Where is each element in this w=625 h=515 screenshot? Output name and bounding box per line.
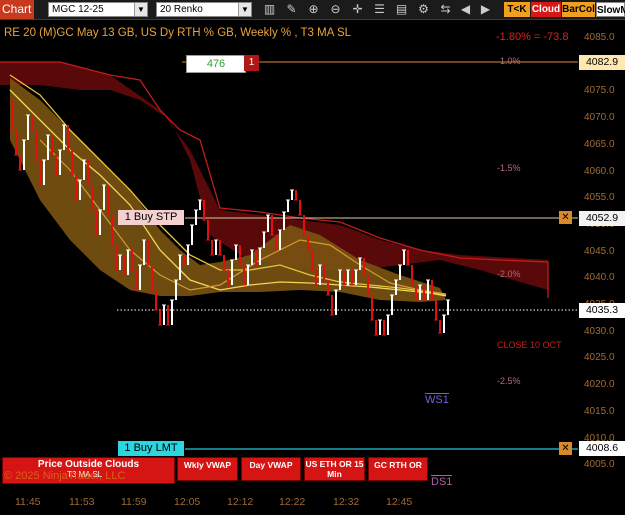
day-vwap-button[interactable]: Day VWAP: [241, 457, 301, 481]
pct-level-1: 1.0%: [500, 56, 521, 66]
close-icon[interactable]: ✕: [559, 211, 572, 224]
y-tick-label: 4020.0: [584, 379, 615, 391]
close-label: CLOSE 10 OCT: [497, 340, 562, 350]
x-tick-label: 12:32: [333, 496, 360, 508]
zoom-in-icon[interactable]: ⊕: [306, 2, 321, 17]
price-chart-svg: [0, 61, 578, 450]
bar-type-select[interactable]: 20 Renko ▼: [156, 2, 252, 17]
instrument-select[interactable]: MGC 12-25 ▼: [48, 2, 148, 17]
properties-icon[interactable]: ☰: [372, 2, 387, 17]
chevron-down-icon: ▼: [134, 3, 147, 16]
y-tick-label: 4060.0: [584, 165, 615, 177]
barcol-button[interactable]: BarCol: [562, 2, 595, 17]
x-tick-label: 11:53: [69, 496, 95, 508]
x-tick-label: 11:59: [121, 496, 147, 508]
y-tick-label: 4040.0: [584, 272, 615, 284]
y-tick-label: 4055.0: [584, 192, 615, 204]
order-counter-qty[interactable]: 1: [244, 55, 259, 71]
chart-tab[interactable]: Chart: [0, 0, 34, 19]
data-box-icon[interactable]: ▤: [394, 2, 409, 17]
copyright: © 2025 NinjaTrader, LLC: [4, 470, 126, 482]
bar-chart-icon[interactable]: ▥: [262, 2, 277, 17]
y-tick-label: 4005.0: [584, 459, 615, 471]
instrument-value: MGC 12-25: [52, 4, 104, 15]
strategy-icon[interactable]: ⚙: [416, 2, 431, 17]
buy-stp-order[interactable]: 1 Buy STP: [118, 210, 184, 225]
crosshair-icon[interactable]: ✛: [350, 2, 365, 17]
y-tick-label: 4045.0: [584, 245, 615, 257]
tkk-button[interactable]: T<K: [504, 2, 530, 17]
x-tick-label: 12:12: [227, 496, 254, 508]
pct-change: -1.80% = -73.8: [496, 31, 569, 43]
zoom-out-icon[interactable]: ⊖: [328, 2, 343, 17]
slowm-button[interactable]: SlowM: [596, 2, 625, 17]
chart-title: RE 20 (M)GC May 13 GB, US Dy RTH % GB, W…: [4, 27, 352, 39]
price-axis[interactable]: 4085.04080.04075.04070.04065.04060.04055…: [580, 20, 625, 495]
pct-level-4: -2.5%: [497, 376, 521, 386]
us-eth-or-button[interactable]: US ETH OR 15 Min: [304, 457, 365, 481]
drawing-tools-icon[interactable]: ✎: [284, 2, 299, 17]
y-tick-label: 4070.0: [584, 112, 615, 124]
ds1-label: DS1: [431, 475, 453, 488]
x-tick-label: 12:22: [279, 496, 306, 508]
price-level-2-marker: 4052.9: [579, 211, 625, 226]
price-level-3-marker: 4008.6: [579, 441, 625, 456]
buy-lmt-order[interactable]: 1 Buy LMT: [118, 441, 184, 456]
x-tick-label: 12:05: [174, 496, 201, 508]
chevron-down-icon: ▼: [238, 3, 251, 16]
gc-rth-or-button[interactable]: GC RTH OR: [368, 457, 428, 481]
x-tick-label: 11:45: [15, 496, 41, 508]
chart-trader-icon[interactable]: ⇆: [438, 2, 453, 17]
chart-toolbar: Chart MGC 12-25 ▼ 20 Renko ▼ ▥ ✎ ⊕ ⊖ ✛ ☰…: [0, 0, 625, 20]
bar-type-value: 20 Renko: [160, 4, 203, 15]
ws1-label: WS1: [425, 393, 449, 406]
cloud-button[interactable]: Cloud: [531, 2, 561, 17]
price-level-1-marker: 4082.9: [579, 55, 625, 70]
y-tick-label: 4030.0: [584, 325, 615, 337]
next-icon[interactable]: ▶: [478, 2, 493, 17]
order-counter-box[interactable]: 476: [186, 55, 246, 73]
price-chart-panel[interactable]: RE 20 (M)GC May 13 GB, US Dy RTH % GB, W…: [0, 20, 625, 515]
y-tick-label: 4065.0: [584, 138, 615, 150]
current-price-marker: 4035.3: [579, 303, 625, 318]
close-icon[interactable]: ✕: [559, 442, 572, 455]
prev-icon[interactable]: ◀: [458, 2, 473, 17]
y-tick-label: 4085.0: [584, 32, 615, 43]
y-tick-label: 4025.0: [584, 352, 615, 364]
x-tick-label: 12:45: [386, 496, 413, 508]
pct-level-3: -2.0%: [497, 269, 521, 279]
y-tick-label: 4015.0: [584, 405, 615, 417]
wkly-vwap-button[interactable]: Wkly VWAP: [177, 457, 238, 481]
y-tick-label: 4075.0: [584, 85, 615, 97]
panel-title: Price Outside Clouds: [37, 459, 140, 470]
pct-level-2: -1.5%: [497, 163, 521, 173]
